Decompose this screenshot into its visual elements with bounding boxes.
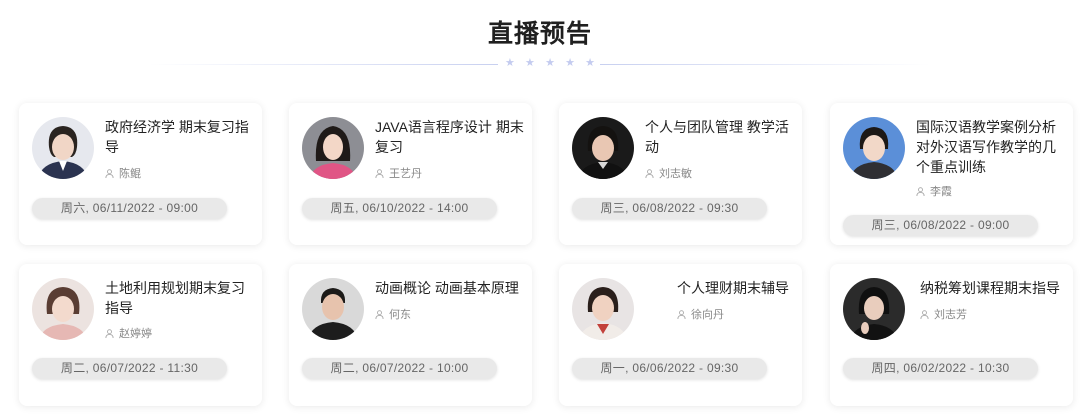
course-title[interactable]: 个人与团队管理 教学活动 <box>645 117 795 157</box>
course-title[interactable]: 纳税筹划课程期末指导 <box>920 278 1070 298</box>
teacher-name: 陈鲲 <box>119 168 141 180</box>
star-icon: ★ <box>545 57 555 69</box>
course-title[interactable]: JAVA语言程序设计 期末复习 <box>375 117 525 157</box>
live-card[interactable]: 土地利用规划期末复习指导 赵婷婷 周二, 06/07/2022 - 11:30 <box>19 264 262 406</box>
teacher-line: 王艺丹 <box>375 165 422 181</box>
course-title[interactable]: 政府经济学 期末复习指导 <box>105 117 255 157</box>
teacher-avatar <box>302 278 364 340</box>
teacher-line: 李霞 <box>916 183 952 199</box>
teacher-name: 何东 <box>389 309 411 321</box>
teacher-avatar <box>843 278 905 340</box>
course-title[interactable]: 个人理财期末辅导 <box>677 278 795 298</box>
person-icon <box>645 168 654 178</box>
teacher-name: 刘志芳 <box>934 309 967 321</box>
title-divider: ★ ★ ★ ★ ★ <box>0 58 1080 71</box>
start-time: 周六, 06/11/2022 - 09:00 <box>32 198 227 219</box>
live-card[interactable]: 政府经济学 期末复习指导 陈鲲 周六, 06/11/2022 - 09:00 <box>19 103 262 245</box>
teacher-avatar <box>32 117 94 179</box>
divider-line-right <box>600 64 930 65</box>
teacher-line: 刘志敏 <box>645 165 692 181</box>
start-time: 周四, 06/02/2022 - 10:30 <box>843 358 1038 379</box>
teacher-line: 何东 <box>375 306 411 322</box>
course-title[interactable]: 土地利用规划期末复习指导 <box>105 278 255 318</box>
live-card[interactable]: JAVA语言程序设计 期末复习 王艺丹 周五, 06/10/2022 - 14:… <box>289 103 532 245</box>
person-icon <box>677 309 686 319</box>
divider-line-left <box>148 64 498 65</box>
teacher-line: 徐向丹 <box>677 306 724 322</box>
teacher-line: 赵婷婷 <box>105 325 152 341</box>
teacher-name: 王艺丹 <box>389 168 422 180</box>
section-title: 直播预告 <box>487 20 592 48</box>
live-card[interactable]: 个人理财期末辅导 徐向丹 周一, 06/06/2022 - 09:30 <box>559 264 802 406</box>
course-title[interactable]: 国际汉语教学案例分析对外汉语写作教学的几个重点训练 <box>916 117 1066 177</box>
teacher-name: 徐向丹 <box>691 309 724 321</box>
person-icon <box>375 168 384 178</box>
teacher-avatar <box>572 117 634 179</box>
teacher-line: 刘志芳 <box>920 306 967 322</box>
teacher-name: 刘志敏 <box>659 168 692 180</box>
star-icon: ★ <box>525 57 535 69</box>
start-time: 周二, 06/07/2022 - 10:00 <box>302 358 497 379</box>
start-time: 周五, 06/10/2022 - 14:00 <box>302 198 497 219</box>
live-card[interactable]: 动画概论 动画基本原理 何东 周二, 06/07/2022 - 10:00 <box>289 264 532 406</box>
live-card[interactable]: 纳税筹划课程期末指导 刘志芳 周四, 06/02/2022 - 10:30 <box>830 264 1073 406</box>
teacher-avatar <box>572 278 634 340</box>
star-icon: ★ <box>505 57 515 69</box>
divider-stars: ★ ★ ★ ★ ★ <box>505 58 595 69</box>
star-icon: ★ <box>585 57 595 69</box>
start-time: 周三, 06/08/2022 - 09:30 <box>572 198 767 219</box>
person-icon <box>920 309 929 319</box>
person-icon <box>105 328 114 338</box>
live-card[interactable]: 个人与团队管理 教学活动 刘志敏 周三, 06/08/2022 - 09:30 <box>559 103 802 245</box>
person-icon <box>105 168 114 178</box>
teacher-avatar <box>302 117 364 179</box>
teacher-avatar <box>843 117 905 179</box>
start-time: 周三, 06/08/2022 - 09:00 <box>843 215 1038 236</box>
teacher-avatar <box>32 278 94 340</box>
star-icon: ★ <box>565 57 575 69</box>
course-title[interactable]: 动画概论 动画基本原理 <box>375 278 525 298</box>
teacher-line: 陈鲲 <box>105 165 141 181</box>
person-icon <box>916 186 925 196</box>
start-time: 周一, 06/06/2022 - 09:30 <box>572 358 767 379</box>
live-card[interactable]: 国际汉语教学案例分析对外汉语写作教学的几个重点训练 李霞 周三, 06/08/2… <box>830 103 1073 245</box>
section-header: 直播预告 ★ ★ ★ ★ ★ <box>0 0 1080 80</box>
person-icon <box>375 309 384 319</box>
teacher-name: 赵婷婷 <box>119 328 152 340</box>
start-time: 周二, 06/07/2022 - 11:30 <box>32 358 227 379</box>
teacher-name: 李霞 <box>930 186 952 198</box>
